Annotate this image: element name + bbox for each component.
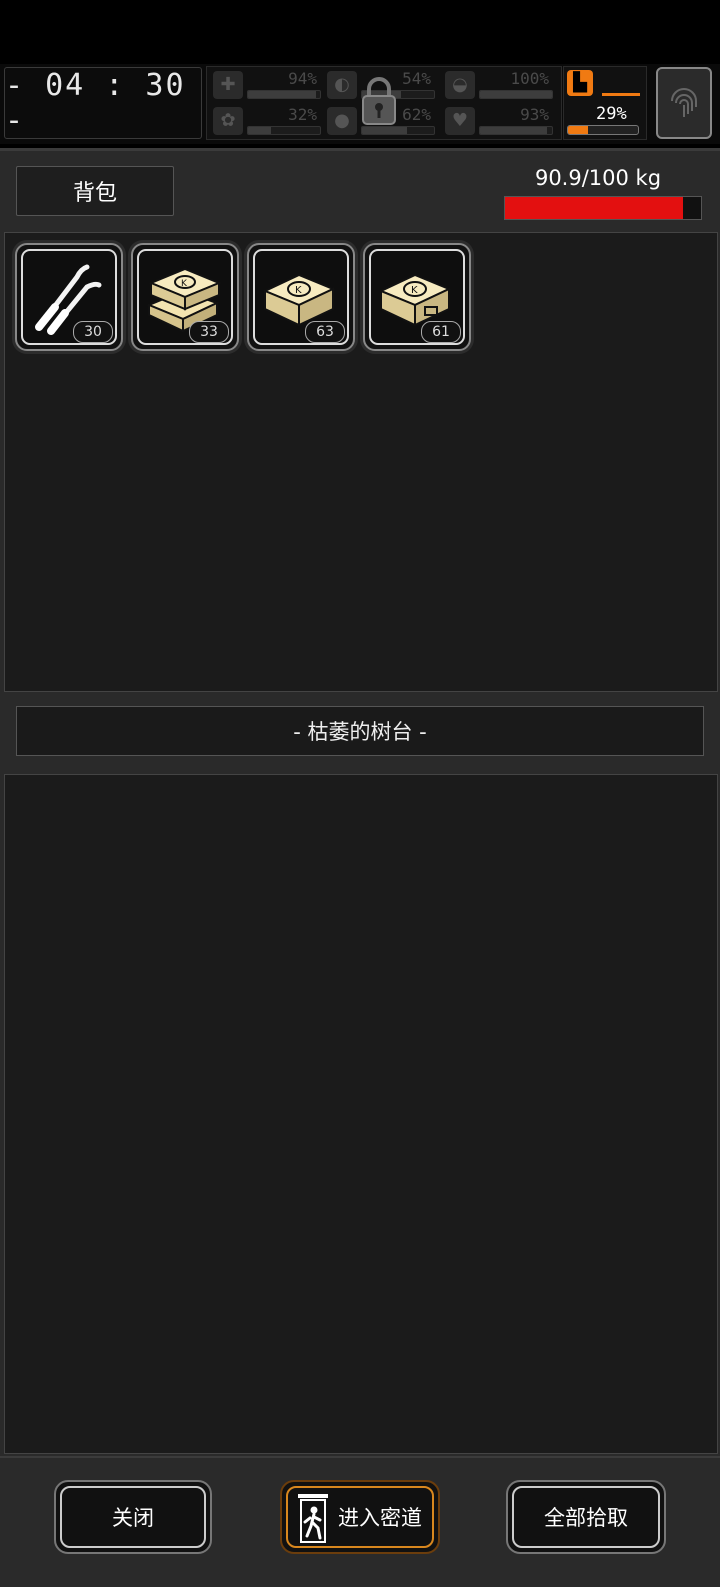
- stat-sanity: ✿ 32%: [211, 105, 323, 137]
- close-button[interactable]: 关闭: [54, 1480, 212, 1554]
- item-count: 63: [305, 321, 345, 343]
- stat-heart-value: 93%: [520, 105, 549, 124]
- fingerprint-icon: [671, 88, 697, 117]
- brain-icon: ✿: [213, 107, 243, 135]
- inventory-slot[interactable]: 30: [15, 243, 123, 351]
- inventory-slot[interactable]: K 63: [247, 243, 355, 351]
- stomach-icon: ◐: [327, 71, 357, 99]
- item-count: 61: [421, 321, 461, 343]
- pick-all-button[interactable]: 全部拾取: [506, 1480, 666, 1554]
- medkit-icon: ✚: [213, 71, 243, 99]
- game-clock: - 04 : 30 -: [4, 67, 202, 139]
- stat-armor-bar: [480, 91, 552, 98]
- stat-thirst-value: 62%: [402, 105, 431, 124]
- backpack-tab[interactable]: 背包: [16, 166, 174, 216]
- stat-sanity-bar: [248, 127, 272, 134]
- stat-thirst-bar: [362, 127, 407, 134]
- backpack-grid: 30 K 33 K 63 K 61: [4, 232, 718, 692]
- svg-text:K: K: [411, 285, 418, 296]
- stamina-bar: [567, 125, 639, 135]
- enter-secret-passage-button[interactable]: 进入密道: [280, 1480, 440, 1554]
- svg-text:K: K: [295, 285, 302, 296]
- stat-health-bar: [248, 91, 316, 98]
- exit-door-icon: [298, 1494, 328, 1543]
- inventory-slot[interactable]: K 61: [363, 243, 471, 351]
- stat-armor: ◒ 100%: [443, 69, 555, 101]
- padlock-icon[interactable]: [360, 76, 398, 126]
- item-count: 33: [189, 321, 229, 343]
- stat-armor-value: 100%: [510, 69, 549, 88]
- stat-heart: ♥ 93%: [443, 105, 555, 137]
- carry-weight-bar: [504, 196, 702, 220]
- stamina-value: 29%: [596, 104, 627, 124]
- stat-heart-bar: [480, 127, 547, 134]
- carry-weight-label: 90.9/100 kg: [534, 166, 662, 190]
- stat-health-value: 94%: [288, 69, 317, 88]
- inventory-slot[interactable]: K 33: [131, 243, 239, 351]
- location-loot-grid: [4, 774, 718, 1454]
- stat-health: ✚ 94%: [211, 69, 323, 101]
- boot-icon: ▙: [567, 70, 593, 96]
- location-title: - 枯萎的树台 -: [16, 706, 704, 756]
- stat-hunger-value: 54%: [402, 69, 431, 88]
- helmet-icon: ◒: [445, 71, 475, 99]
- water-drop-icon: ●: [327, 107, 357, 135]
- stat-sanity-value: 32%: [288, 105, 317, 124]
- heart-icon: ♥: [445, 107, 475, 135]
- fingerprint-button[interactable]: [656, 67, 712, 139]
- item-count: 30: [73, 321, 113, 343]
